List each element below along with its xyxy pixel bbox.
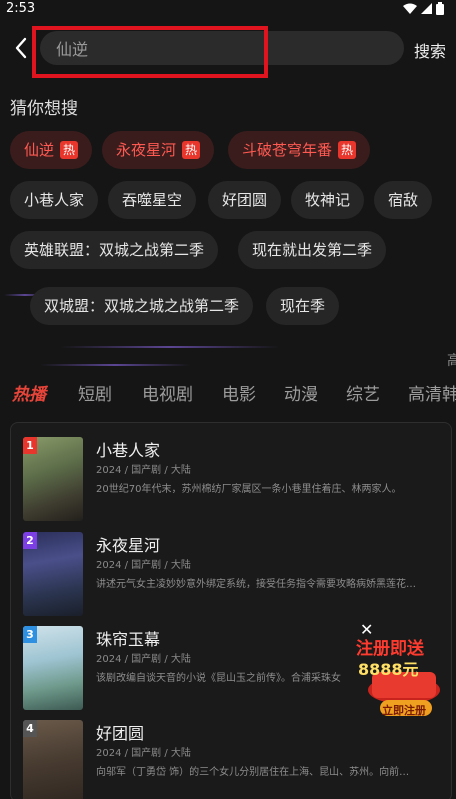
poster-image: 3: [23, 626, 83, 710]
render-artifact: [60, 346, 280, 348]
hot-badge: 热: [60, 141, 79, 159]
register-button[interactable]: 立即注册: [382, 702, 426, 718]
category-tabs: 热播 短剧 电视剧 电影 动漫 综艺 高清韩: [0, 380, 456, 410]
edge-text: 高: [447, 353, 456, 369]
rank-badge: 3: [23, 626, 37, 643]
promo-line2: 8888元: [358, 660, 419, 679]
search-highlight-box: [32, 26, 268, 78]
status-time: 2:53: [6, 0, 36, 16]
signal-icon: [421, 2, 432, 14]
hot-badge: 热: [338, 141, 357, 159]
suggest-chip[interactable]: 现在就出发第二季: [238, 231, 387, 269]
tab-hot[interactable]: 热播: [12, 380, 46, 405]
suggest-chip[interactable]: 双城盟：双城之城之战第二季: [30, 287, 254, 325]
tab-short-drama[interactable]: 短剧: [78, 380, 112, 405]
suggest-chip[interactable]: 现在季: [266, 287, 340, 325]
tab-tv-series[interactable]: 电视剧: [142, 380, 193, 405]
hot-chip[interactable]: 永夜星河热: [102, 131, 215, 169]
search-button[interactable]: 搜索: [414, 38, 446, 62]
rank-badge: 4: [23, 720, 37, 737]
item-meta: 2024 / 国产剧 / 大陆: [96, 465, 191, 476]
ranking-list: 1 小巷人家 2024 / 国产剧 / 大陆 20世纪70年代末，苏州棉纺厂家属…: [10, 422, 452, 799]
render-artifact: [40, 364, 190, 366]
status-icons: [403, 1, 444, 15]
suggest-chip[interactable]: 牧神记: [291, 181, 365, 219]
item-meta: 2024 / 国产剧 / 大陆: [96, 654, 191, 665]
poster-image: 2: [23, 532, 83, 616]
hot-badge: 热: [182, 141, 201, 159]
hot-chip[interactable]: 仙逆热: [10, 131, 93, 169]
poster-image: 1: [23, 437, 83, 521]
suggest-chip[interactable]: 宿敌: [374, 181, 433, 219]
item-desc: 向邬军（丁勇岱 饰）的三个女儿分别居住在上海、昆山、苏州。向前…: [96, 767, 410, 778]
item-meta: 2024 / 国产剧 / 大陆: [96, 748, 191, 759]
wifi-icon: [403, 3, 417, 14]
tab-variety[interactable]: 综艺: [346, 380, 380, 405]
status-bar: 2:53: [0, 0, 456, 16]
rank-badge: 2: [23, 532, 37, 549]
suggest-chip[interactable]: 好团圆: [208, 181, 282, 219]
tab-korean-hd[interactable]: 高清韩: [408, 380, 456, 405]
chip-label: 斗破苍穹年番: [242, 141, 333, 159]
tab-movie[interactable]: 电影: [222, 380, 256, 405]
list-item[interactable]: 4 好团圆 2024 / 国产剧 / 大陆 向邬军（丁勇岱 饰）的三个女儿分别居…: [23, 720, 443, 799]
rank-badge: 1: [23, 437, 37, 454]
list-item[interactable]: 2 永夜星河 2024 / 国产剧 / 大陆 讲述元气女主凌妙妙意外绑定系统，接…: [23, 532, 443, 618]
back-arrow-icon[interactable]: [12, 36, 30, 60]
item-title: 小巷人家: [96, 441, 161, 460]
item-title: 珠帘玉幕: [96, 630, 161, 649]
item-title: 永夜星河: [96, 536, 161, 555]
suggest-chip[interactable]: 小巷人家: [10, 181, 99, 219]
chip-label: 仙逆: [24, 141, 55, 159]
promo-banner[interactable]: 注册即送 8888元 立即注册: [352, 620, 456, 720]
chip-label: 永夜星河: [116, 141, 177, 159]
suggest-title: 猜你想搜: [10, 99, 78, 119]
item-desc: 20世纪70年代末，苏州棉纺厂家属区一条小巷里住着庄、林两家人。: [96, 484, 402, 495]
suggest-chip[interactable]: 吞噬星空: [108, 181, 197, 219]
battery-icon: [436, 1, 444, 15]
hot-chip[interactable]: 斗破苍穹年番热: [228, 131, 371, 169]
item-meta: 2024 / 国产剧 / 大陆: [96, 560, 191, 571]
suggest-chip[interactable]: 英雄联盟：双城之战第二季: [10, 231, 219, 269]
list-item[interactable]: 1 小巷人家 2024 / 国产剧 / 大陆 20世纪70年代末，苏州棉纺厂家属…: [23, 437, 443, 523]
item-title: 好团圆: [96, 724, 145, 743]
item-desc: 讲述元气女主凌妙妙意外绑定系统，接受任务指令需要攻略病娇黑莲花…: [96, 579, 416, 590]
poster-image: 4: [23, 720, 83, 799]
tab-anime[interactable]: 动漫: [284, 380, 318, 405]
